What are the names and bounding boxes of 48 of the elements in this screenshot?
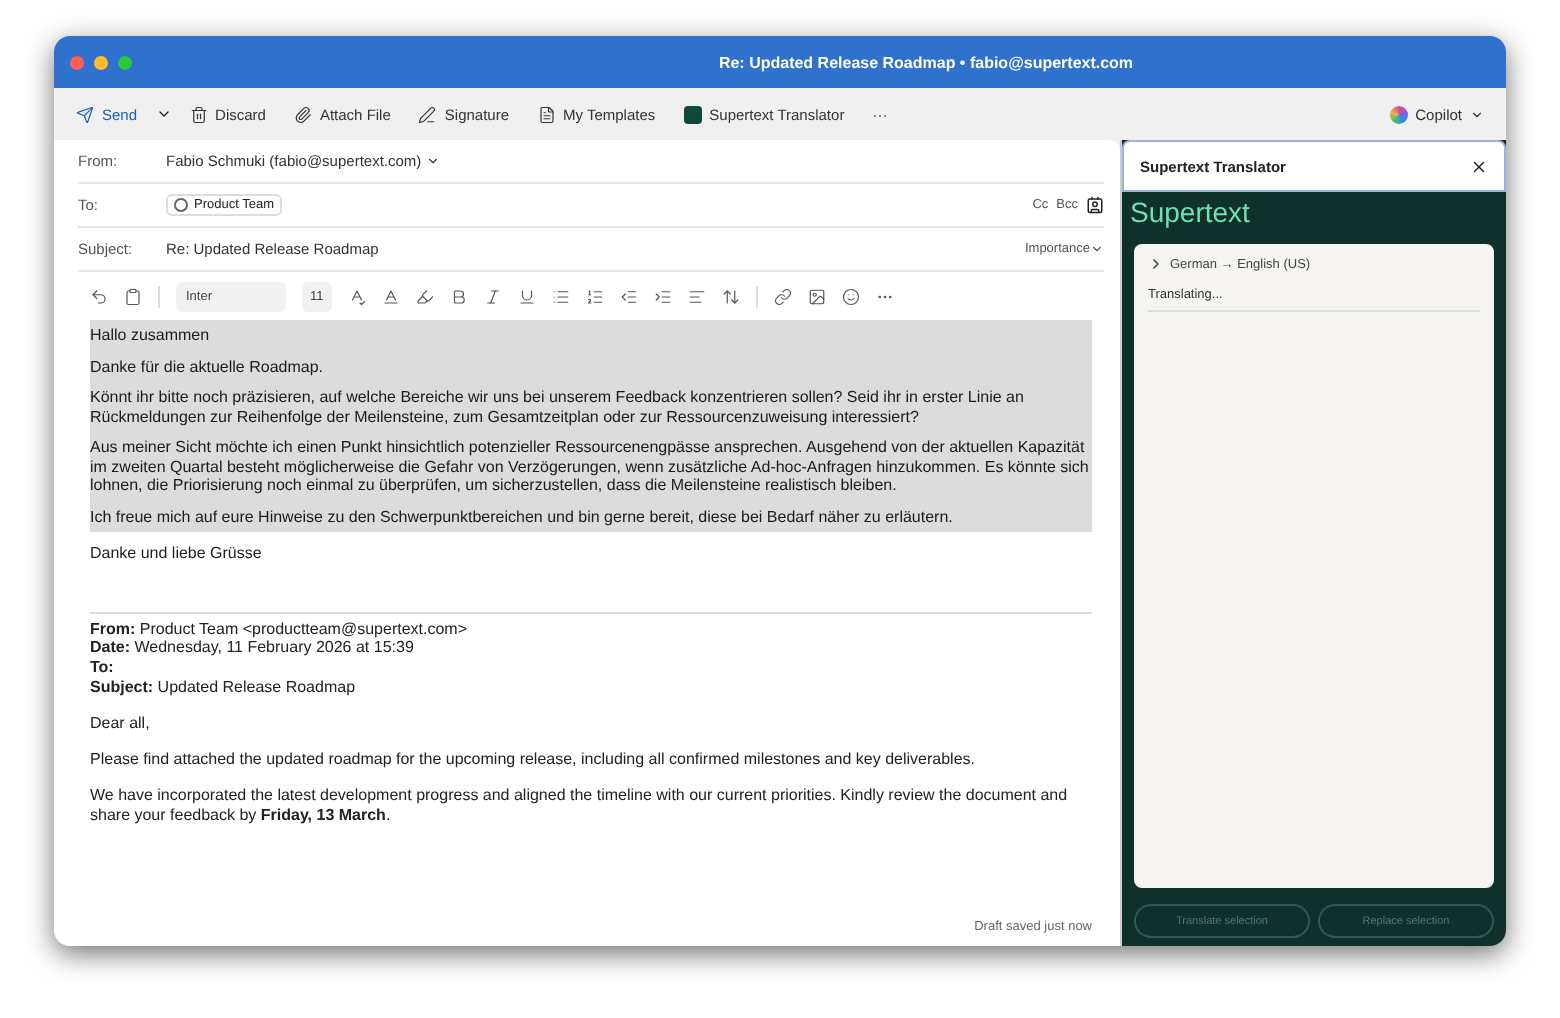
chevron-icon — [1148, 256, 1164, 272]
line-spacing-icon[interactable] — [721, 287, 740, 305]
emoji-icon[interactable] — [841, 287, 860, 305]
undo-icon[interactable] — [90, 287, 108, 305]
translator-app-icon — [683, 105, 702, 123]
paperclip-icon — [293, 105, 312, 123]
circle-icon — [174, 198, 188, 212]
quoted-header: To: — [90, 658, 116, 678]
outdent-icon[interactable] — [619, 287, 638, 305]
body-paragraph: Ich freue mich auf eure Hinweise zu den Schwerpunktbereichen und bin gerne bereit, diese bei Bedarf näher zu erläutern. — [90, 507, 955, 526]
body-paragraph: Könnt ihr bitte noch präzisieren, auf welche Bereiche wir uns bei unserem Feedback konzentrieren sollen? Seid ihr in erster Linie an Rückmeldungen zur Reihenfolge der Meilensteine, zum Gesamtzeitplan oder zur Ressourcenzuweisung interessiert? — [90, 388, 1026, 426]
align-icon[interactable] — [687, 287, 706, 305]
bold-icon[interactable] — [449, 287, 468, 305]
minimize-window-icon[interactable] — [94, 55, 108, 69]
body-paragraph: Hallo zusammen — [90, 326, 212, 345]
caret-icon — [1470, 107, 1484, 121]
caret-icon — [425, 154, 440, 168]
close-icon[interactable] — [1470, 157, 1488, 175]
highlighter-icon[interactable] — [415, 287, 434, 305]
numbered-list-icon[interactable] — [585, 287, 604, 305]
clipboard-icon[interactable] — [124, 287, 142, 305]
body-paragraph: Aus meiner Sicht möchte ich einen Punkt hinsichtlich potenzieller Ressourcenengpässe ansprechen. Ausgehend von der aktuellen Kapazität im zweiten Quartal besteht möglicherweise die Gefahr von Verzögerungen, wenn zusätzliche Ad-hoc-Anfragen hinzukommen. Es könnte sich lohnen, die Priorisierung noch einmal zu überprüfen, um sicherzustellen, dass die Meilensteine realistisch bleiben. — [90, 438, 1091, 495]
pen-icon — [418, 105, 437, 123]
underline-icon[interactable] — [517, 287, 536, 305]
send-icon — [76, 105, 94, 123]
trash-icon — [189, 105, 208, 123]
brand-logo: Supertext — [1128, 194, 1252, 232]
link-icon[interactable] — [773, 287, 792, 305]
quoted-paragraph: We have incorporated the latest development progress and aligned the timeline with our current priorities. Kindly review the document and share your feedback by Friday, 13 March. — [90, 785, 1070, 826]
contact-icon[interactable] — [1086, 196, 1104, 214]
window-title: Re: Updated Release Roadmap • fabio@supertext.com — [716, 53, 1136, 71]
quoted-header: From: Product Team <productteam@supertext.com> — [90, 619, 470, 639]
quoted-paragraph: Please find attached the updated roadmap for the upcoming release, including all confirmed milestones and key deliverables. — [90, 749, 977, 770]
document-icon — [537, 105, 556, 123]
caret-icon — [1090, 242, 1104, 256]
closing-line: Danke und liebe Grüsse — [90, 544, 264, 563]
indent-icon[interactable] — [653, 287, 672, 305]
quoted-header: Date: Wednesday, 11 February 2026 at 15:39 — [90, 638, 416, 659]
italic-icon[interactable] — [483, 287, 502, 305]
quoted-paragraph: Dear all, — [90, 713, 152, 734]
spelling-icon[interactable] — [347, 287, 366, 305]
copilot-icon — [1389, 105, 1408, 123]
font-color-icon[interactable] — [381, 287, 400, 305]
quoted-header: Subject: Updated Release Roadmap — [90, 677, 358, 698]
caret-icon[interactable] — [155, 106, 172, 122]
image-icon[interactable] — [807, 287, 826, 305]
bullet-list-icon[interactable] — [551, 287, 570, 305]
body-paragraph: Danke für die aktuelle Roadmap. — [90, 357, 326, 376]
